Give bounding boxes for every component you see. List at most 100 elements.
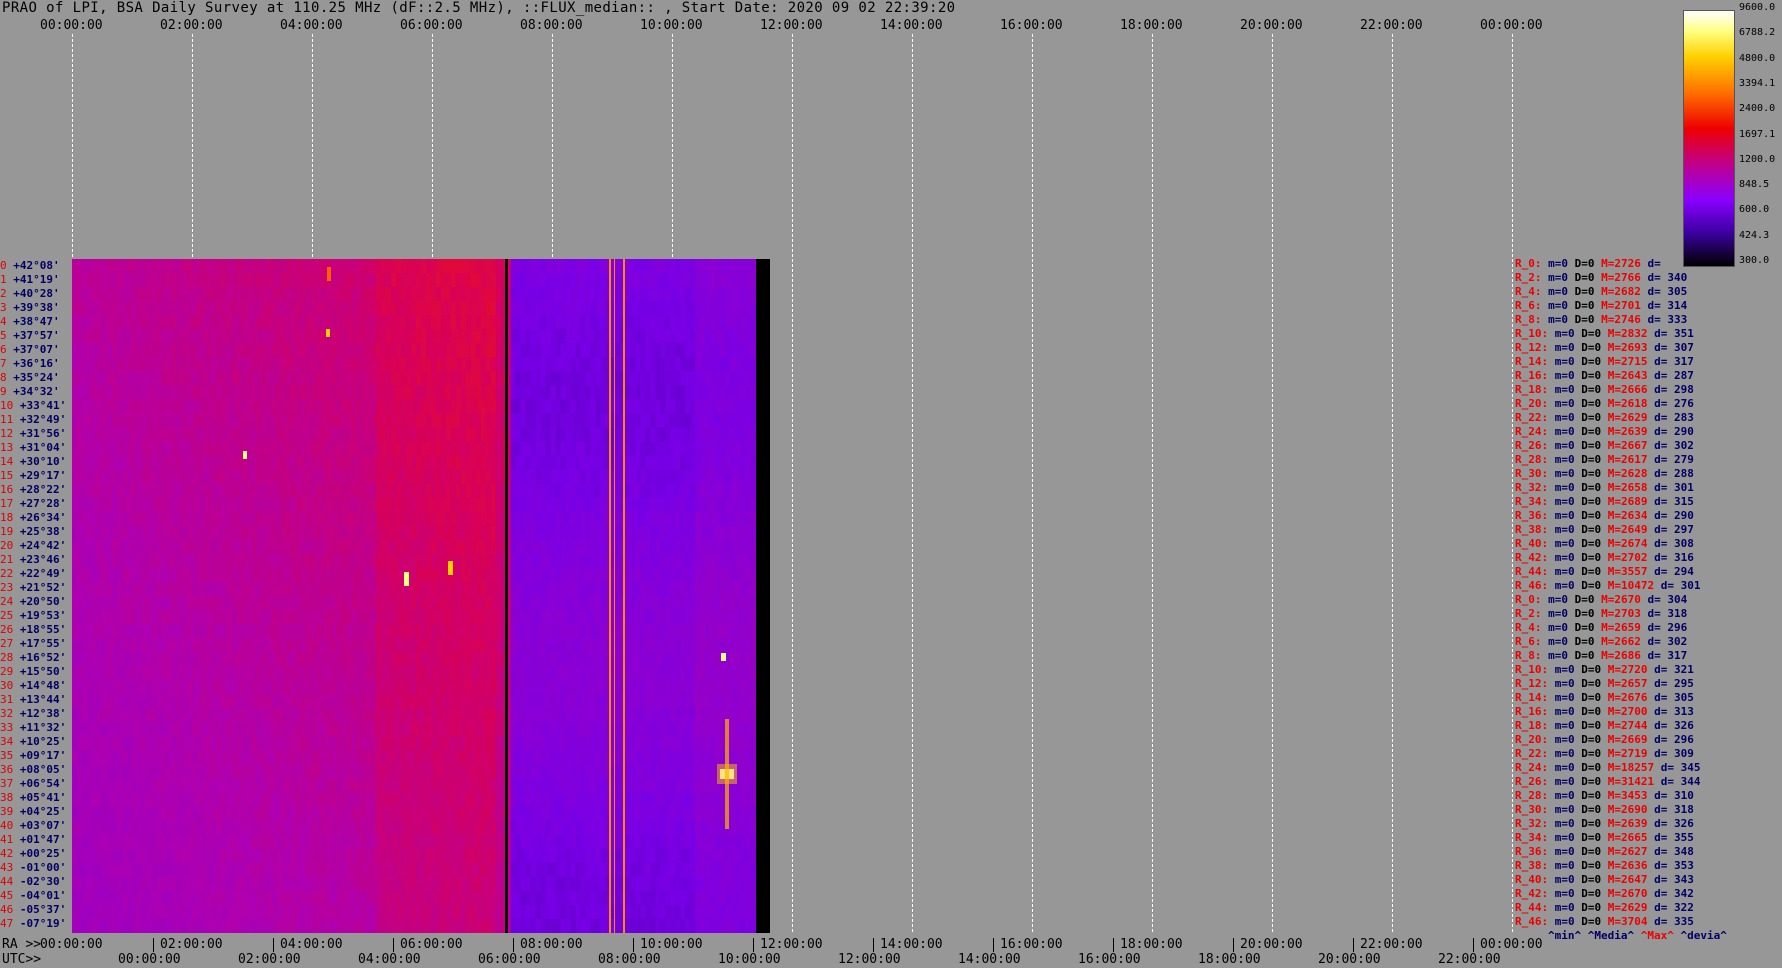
heat-cell [261,581,268,597]
heat-cell [141,399,148,415]
heat-cell [351,455,357,471]
heat-cell [530,722,537,738]
heat-cell [251,581,258,597]
heat-cell [555,441,562,457]
heat-cell [660,413,666,429]
heat-cell [730,666,736,681]
heat-cell [590,273,597,288]
heat-cell [116,483,123,499]
heat-cell [176,455,183,471]
heat-cell [600,315,607,330]
heat-cell [316,539,322,555]
heat-cell [680,371,686,386]
heat-cell [465,652,472,667]
heat-cell [705,694,711,709]
heat-cell [376,652,382,667]
heat-cell [695,511,701,527]
heat-cell [431,483,437,499]
heat-cell [590,722,597,738]
heat-cell [436,722,442,738]
heat-cell [555,722,562,738]
heat-cell [450,581,457,597]
heat-cell [750,694,756,709]
heat-cell [82,301,88,316]
heat-cell [371,259,377,274]
heat-cell [675,694,681,709]
heat-cell [495,371,502,386]
heat-cell [550,680,557,695]
heat-cell [650,483,656,499]
heat-cell [131,469,138,485]
heat-cell [565,315,572,330]
heat-cell [575,385,582,401]
heat-cell [121,413,128,429]
heat-cell [416,525,422,541]
heat-cell [346,427,352,443]
heat-cell [166,567,173,583]
heat-cell [490,708,497,723]
heat-cell [565,553,572,569]
heat-cell [276,287,282,302]
heat-cell [445,455,452,471]
heat-cell [470,385,477,401]
heat-cell [336,624,342,639]
heat-cell [525,553,532,569]
heat-cell [580,666,587,681]
heat-cell [291,553,297,569]
heat-cell [600,567,607,583]
heat-cell [226,413,233,429]
heat-cell [401,511,407,527]
heat-cell [261,315,268,330]
heat-cell [116,399,123,415]
heat-cell [261,666,268,681]
heat-cell [231,427,238,443]
heat-cell [101,315,108,330]
heat-cell [645,483,651,499]
heat-cell [276,455,282,471]
heat-cell [490,315,497,330]
heat-cell [121,441,128,457]
heat-cell [221,469,228,485]
heat-cell [176,329,183,344]
heat-cell [156,483,163,499]
heat-cell [565,483,572,499]
heat-cell [580,399,587,415]
heat-cell [600,525,607,541]
heat-cell [695,624,701,639]
heat-cell [630,357,636,372]
heat-cell [635,427,641,443]
heat-cell [226,680,233,695]
heat-cell [216,680,223,695]
heat-cell [111,329,118,344]
heat-cell [386,273,392,288]
heat-cell [126,343,133,358]
heat-cell [645,553,651,569]
heat-cell [745,553,751,569]
heat-cell [131,259,138,274]
heat-cell [266,273,272,288]
heat-cell [690,455,696,471]
heat-cell [91,736,98,752]
heat-cell [635,694,641,709]
heat-cell [745,680,751,695]
heat-cell [585,273,592,288]
heat-cell [236,525,243,541]
heat-cell [91,483,98,499]
heat-cell [211,666,218,681]
heat-cell [406,553,412,569]
heat-cell [176,259,183,274]
heat-cell [376,469,382,485]
heat-cell [520,469,527,485]
heat-cell [141,427,148,443]
heat-cell [725,525,731,541]
heat-cell [381,680,387,695]
heat-cell [700,567,706,583]
heat-cell [351,259,357,274]
heat-cell [131,441,138,457]
heat-cell [326,680,332,695]
heat-cell [421,652,427,667]
heat-cell [515,273,522,288]
heat-cell [460,567,467,583]
heat-cell [460,736,467,752]
heat-cell [680,567,686,583]
